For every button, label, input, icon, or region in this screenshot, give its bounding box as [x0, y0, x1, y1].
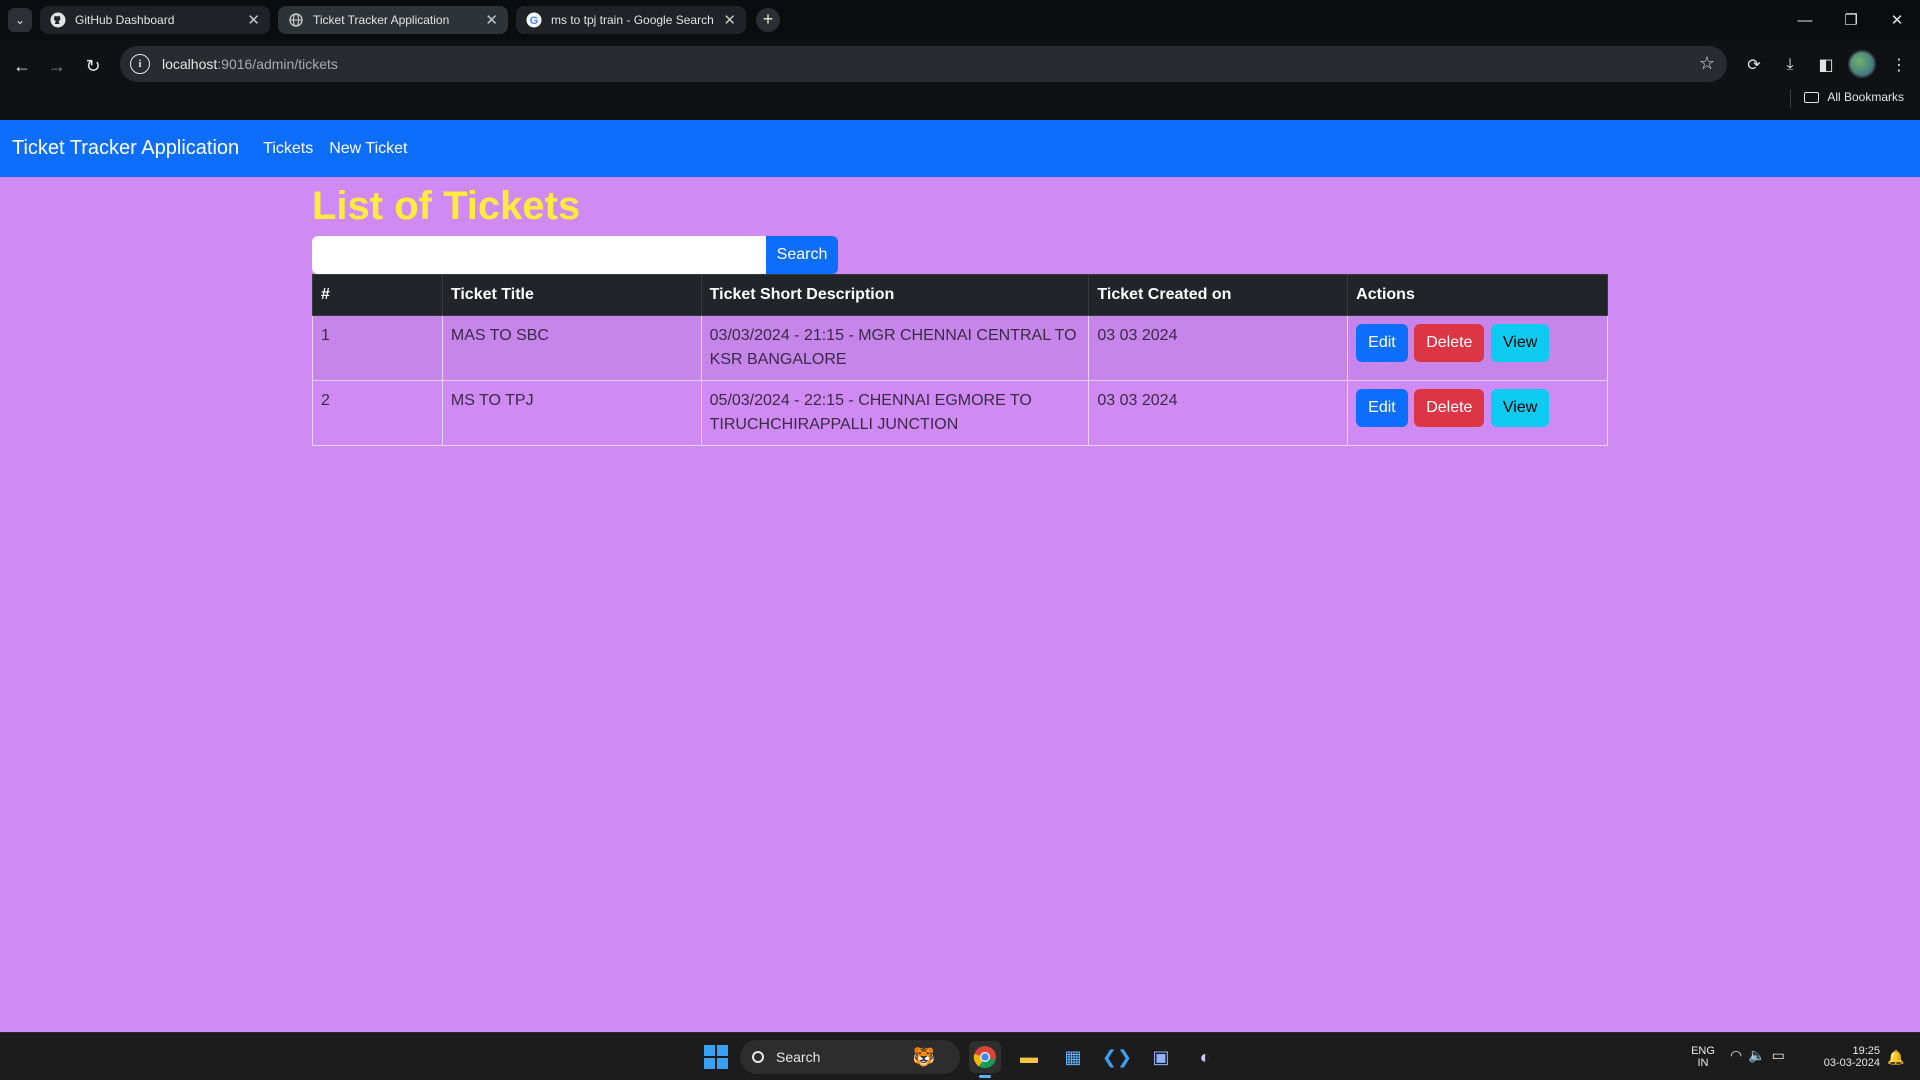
column-header-title: Ticket Title: [441, 274, 702, 316]
tab-search-button[interactable]: ⌄: [8, 8, 32, 32]
ticket-number: 2: [312, 380, 443, 446]
edit-button[interactable]: Edit: [1356, 389, 1408, 427]
nav-link-tickets[interactable]: Tickets: [263, 140, 313, 158]
extensions-icon[interactable]: ⟳: [1739, 50, 1769, 80]
browser-toolbar: ← → ↻ i localhost:9016/admin/tickets ☆ ⟳…: [0, 40, 1920, 126]
search-form: Search: [312, 236, 1608, 274]
browser-tab-github[interactable]: GitHub Dashboard ✕: [40, 6, 270, 34]
region-label: IN: [1697, 1057, 1709, 1069]
github-icon: [50, 12, 66, 28]
search-icon: [752, 1051, 764, 1063]
address-bar[interactable]: i localhost:9016/admin/tickets ☆: [120, 46, 1727, 82]
taskbar-search-label: Search: [776, 1049, 821, 1065]
battery-icon[interactable]: ▭: [1772, 1047, 1791, 1063]
column-header-actions: Actions: [1347, 274, 1608, 316]
side-panel-icon[interactable]: ◧: [1811, 50, 1841, 80]
chrome-icon[interactable]: [969, 1041, 1001, 1073]
windows-taskbar: Search 🐯 ▬ ▦ ❮❯ ▣ ◐ ENG IN ◠🔈▭ 19:25 03-…: [0, 1032, 1920, 1080]
view-button[interactable]: View: [1490, 324, 1550, 362]
tab-title: Ticket Tracker Application: [313, 13, 450, 27]
ticket-actions: Edit Delete View: [1347, 380, 1608, 446]
ticket-number: 1: [312, 315, 443, 381]
table-row: 2 MS TO TPJ 05/03/2024 - 22:15 - CHENNAI…: [312, 380, 1608, 446]
close-tab-icon[interactable]: ✕: [723, 11, 736, 29]
eclipse-icon[interactable]: ◐: [1189, 1041, 1221, 1073]
tab-title: ms to tpj train - Google Search: [551, 13, 714, 27]
forward-icon[interactable]: →: [43, 52, 71, 80]
ticket-title: MS TO TPJ: [441, 380, 702, 446]
close-tab-icon[interactable]: ✕: [247, 11, 260, 29]
ticket-created-date: 03 03 2024: [1088, 380, 1349, 446]
bookmark-star-icon[interactable]: ☆: [1699, 53, 1715, 74]
view-button[interactable]: View: [1490, 389, 1550, 427]
ticket-actions: Edit Delete View: [1347, 315, 1608, 381]
globe-icon: [288, 12, 304, 28]
microsoft-store-icon[interactable]: ▦: [1057, 1041, 1089, 1073]
bookmarks-divider: [1790, 90, 1791, 108]
table-row: 1 MAS TO SBC 03/03/2024 - 21:15 - MGR CH…: [312, 315, 1608, 381]
folder-icon: [1804, 91, 1820, 103]
all-bookmarks-label: All Bookmarks: [1827, 90, 1904, 104]
clock-time: 19:25: [1852, 1045, 1880, 1057]
navbar-brand[interactable]: Ticket Tracker Application: [12, 137, 239, 160]
column-header-created: Ticket Created on: [1088, 274, 1349, 316]
close-tab-icon[interactable]: ✕: [485, 11, 498, 29]
language-label: ENG: [1691, 1045, 1715, 1057]
notification-bell-icon[interactable]: 🔔: [1886, 1033, 1906, 1080]
main-content: List of Tickets Search # Ticket Title Ti…: [312, 177, 1608, 446]
delete-button[interactable]: Delete: [1414, 324, 1485, 362]
google-icon: G: [526, 12, 542, 28]
ticket-description: 03/03/2024 - 21:15 - MGR CHENNAI CENTRAL…: [700, 315, 1090, 381]
windows-start-icon[interactable]: [704, 1045, 728, 1069]
tickets-table: # Ticket Title Ticket Short Description …: [312, 274, 1608, 446]
file-explorer-icon[interactable]: ▬: [1013, 1041, 1045, 1073]
url-text[interactable]: localhost:9016/admin/tickets: [162, 56, 338, 72]
system-tray-icons[interactable]: ◠🔈▭: [1730, 1047, 1791, 1064]
tab-title: GitHub Dashboard: [75, 13, 175, 27]
ticket-created-date: 03 03 2024: [1088, 315, 1349, 381]
browser-tab-google-search[interactable]: G ms to tpj train - Google Search ✕: [516, 6, 746, 34]
ide-icon[interactable]: ▣: [1145, 1041, 1177, 1073]
all-bookmarks-button[interactable]: All Bookmarks: [1804, 90, 1904, 104]
menu-kebab-icon[interactable]: ⋮: [1884, 50, 1914, 80]
close-window-icon[interactable]: ✕: [1877, 6, 1917, 34]
active-app-indicator: [979, 1075, 991, 1078]
restore-icon[interactable]: ❐: [1831, 6, 1871, 34]
browser-tabstrip: ⌄ GitHub Dashboard ✕ Ticket Tracker Appl…: [0, 0, 1920, 40]
site-info-icon[interactable]: i: [130, 54, 150, 74]
ticket-description: 05/03/2024 - 22:15 - CHENNAI EGMORE TO T…: [700, 380, 1090, 446]
vscode-icon[interactable]: ❮❯: [1101, 1041, 1133, 1073]
new-tab-button[interactable]: +: [756, 8, 780, 32]
page-title: List of Tickets: [312, 184, 581, 228]
app-navbar: Ticket Tracker Application Tickets New T…: [0, 120, 1920, 177]
volume-icon[interactable]: 🔈: [1748, 1047, 1771, 1063]
column-header-number: #: [312, 274, 443, 316]
table-header-row: # Ticket Title Ticket Short Description …: [312, 274, 1608, 316]
download-icon[interactable]: ⤓: [1775, 50, 1805, 80]
search-highlight-icon[interactable]: 🐯: [908, 1041, 940, 1073]
clock[interactable]: 19:25 03-03-2024: [1810, 1033, 1880, 1080]
edit-button[interactable]: Edit: [1356, 324, 1408, 362]
svg-text:G: G: [530, 15, 539, 27]
language-indicator[interactable]: ENG IN: [1688, 1033, 1718, 1080]
clock-date: 03-03-2024: [1823, 1057, 1880, 1069]
minimize-icon[interactable]: —: [1785, 6, 1825, 34]
delete-button[interactable]: Delete: [1414, 389, 1485, 427]
browser-tab-ticket-tracker[interactable]: Ticket Tracker Application ✕: [278, 6, 508, 34]
nav-link-new-ticket[interactable]: New Ticket: [329, 140, 407, 158]
profile-avatar[interactable]: [1848, 50, 1876, 78]
search-input[interactable]: [312, 236, 766, 274]
back-icon[interactable]: ←: [8, 52, 36, 80]
search-button[interactable]: Search: [766, 236, 838, 274]
reload-icon[interactable]: ↻: [79, 52, 107, 80]
column-header-description: Ticket Short Description: [700, 274, 1090, 316]
ticket-title: MAS TO SBC: [441, 315, 702, 381]
wifi-icon[interactable]: ◠: [1730, 1047, 1748, 1063]
